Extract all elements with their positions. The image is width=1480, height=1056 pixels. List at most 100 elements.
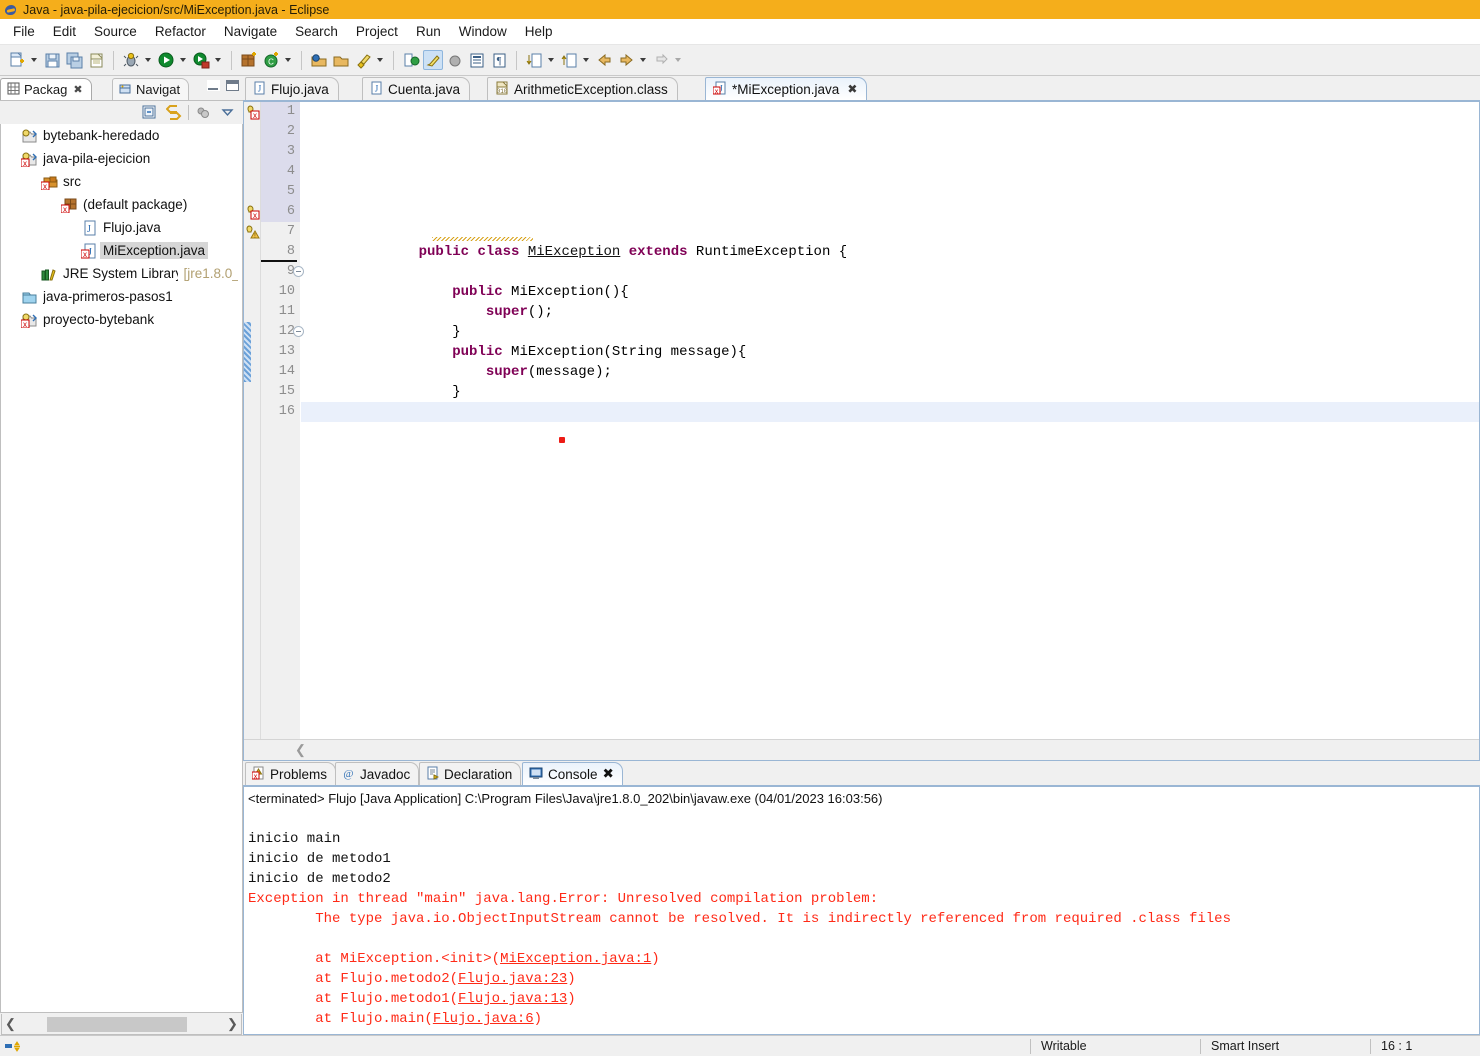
console-output-view[interactable]: <terminated> Flujo [Java Application] C:…: [243, 785, 1480, 1035]
stacktrace-link[interactable]: MiException.java:1: [500, 951, 651, 967]
explorer-horizontal-scrollbar[interactable]: ❮ ❯: [1, 1014, 242, 1035]
editor-part: J Flujo.java J Cuenta.java 010 Arithmeti…: [243, 76, 1480, 761]
new-java-class-icon[interactable]: C: [261, 50, 281, 70]
previous-edit-dropdown-icon[interactable]: [580, 50, 591, 70]
show-whitespace-icon[interactable]: [467, 50, 487, 70]
tree-item-miexception-java[interactable]: Jx MiException.java: [1, 239, 242, 262]
link-with-editor-icon[interactable]: [164, 103, 183, 122]
warning-squiggle: [432, 237, 533, 241]
tab-problems[interactable]: x Problems: [245, 762, 337, 785]
tree-item-bytebank-heredado[interactable]: bytebank-heredado: [1, 124, 242, 147]
tab-declaration[interactable]: Declaration: [419, 762, 522, 785]
back-icon[interactable]: [594, 50, 614, 70]
next-icon[interactable]: [651, 50, 671, 70]
tab-console[interactable]: Console ✖: [522, 762, 623, 785]
tree-item-java-primeros-pasos1[interactable]: java-primeros-pasos1: [1, 285, 242, 308]
toggle-mark-occurrences-icon[interactable]: [423, 50, 443, 70]
editor-tab-miexception-java[interactable]: Jx *MiException.java ✖: [705, 77, 868, 100]
menu-item-edit[interactable]: Edit: [44, 21, 85, 42]
run-coverage-icon[interactable]: [191, 50, 211, 70]
search-icon[interactable]: [353, 50, 373, 70]
focus-on-active-task-icon[interactable]: [194, 103, 213, 122]
minimize-view-icon[interactable]: [207, 80, 220, 91]
navigator-icon: [119, 82, 132, 98]
collapse-all-icon[interactable]: [140, 103, 159, 122]
menu-item-help[interactable]: Help: [516, 21, 562, 42]
warning-quickfix-icon[interactable]: !: [245, 225, 260, 245]
new-java-class-dropdown-icon[interactable]: [282, 50, 293, 70]
close-icon[interactable]: ✖: [73, 83, 82, 96]
menu-item-search[interactable]: Search: [286, 21, 347, 42]
view-menu-icon[interactable]: [218, 103, 237, 122]
new-java-package-icon[interactable]: [239, 50, 259, 70]
annotation-gutter[interactable]: x x !: [244, 102, 261, 739]
menu-item-project[interactable]: Project: [347, 21, 407, 42]
status-insert-mode: Smart Insert: [1200, 1038, 1370, 1054]
stacktrace-prefix: at Flujo.metodo1(: [248, 991, 459, 1007]
console-stacktrace-line: at MiException.<init>(MiException.java:1…: [248, 949, 1479, 969]
menu-item-run[interactable]: Run: [407, 21, 450, 42]
scroll-left-icon[interactable]: ❮: [292, 742, 309, 758]
stacktrace-link[interactable]: Flujo.java:23: [458, 971, 567, 987]
editor-tab-flujo-java[interactable]: J Flujo.java: [245, 77, 339, 100]
next-edit-dropdown-icon[interactable]: [545, 50, 556, 70]
save-icon[interactable]: [42, 50, 62, 70]
forward-dropdown-icon[interactable]: [637, 50, 648, 70]
scrollbar-track[interactable]: [19, 1015, 224, 1034]
skip-breakpoints-icon[interactable]: [445, 50, 465, 70]
tree-item-java-pila-ejecicion[interactable]: x java-pila-ejecicion: [1, 147, 242, 170]
run-coverage-dropdown-icon[interactable]: [212, 50, 223, 70]
scroll-left-icon[interactable]: ❮: [2, 1015, 19, 1034]
debug-icon[interactable]: [121, 50, 141, 70]
maximize-view-icon[interactable]: [226, 80, 239, 91]
next-dropdown-icon[interactable]: [672, 50, 683, 70]
print-icon[interactable]: [86, 50, 106, 70]
tree-item-src[interactable]: x src: [1, 170, 242, 193]
run-icon[interactable]: [156, 50, 176, 70]
menu-item-file[interactable]: File: [4, 21, 44, 42]
view-toolbar-divider: [188, 105, 189, 120]
forward-icon[interactable]: [616, 50, 636, 70]
tree-item-label: JRE System Library: [63, 266, 179, 281]
editor-horizontal-scrollbar[interactable]: ❮: [244, 739, 1479, 760]
tree-item-default-package[interactable]: x (default package): [1, 193, 242, 216]
debug-dropdown-icon[interactable]: [142, 50, 153, 70]
next-annotation-icon[interactable]: [401, 50, 421, 70]
run-dropdown-icon[interactable]: [177, 50, 188, 70]
error-quickfix-icon[interactable]: x: [245, 205, 260, 225]
save-all-icon[interactable]: [64, 50, 84, 70]
previous-edit-icon[interactable]: [559, 50, 579, 70]
view-tab-package-explorer[interactable]: Packag ✖: [0, 78, 92, 100]
tree-item-flujo-java[interactable]: J Flujo.java: [1, 216, 242, 239]
menu-item-navigate[interactable]: Navigate: [215, 21, 286, 42]
stacktrace-link[interactable]: Flujo.java:13: [458, 991, 567, 1007]
show-print-margin-icon[interactable]: ¶: [489, 50, 509, 70]
stacktrace-link[interactable]: Flujo.java:6: [433, 1011, 534, 1027]
new-wizard-icon[interactable]: [7, 50, 27, 70]
scrollbar-thumb[interactable]: [47, 1016, 187, 1032]
tab-javadoc[interactable]: @ Javadoc: [335, 762, 420, 785]
menu-item-refactor[interactable]: Refactor: [146, 21, 215, 42]
project-tree[interactable]: bytebank-heredado x java-pila-ejecicion …: [0, 124, 243, 1013]
menu-item-window[interactable]: Window: [450, 21, 516, 42]
console-tab-label: Declaration: [444, 766, 513, 782]
tree-item-jre-system-library[interactable]: JRE System Library [jre1.8.0_: [1, 262, 242, 285]
search-dropdown-icon[interactable]: [374, 50, 385, 70]
new-wizard-dropdown-icon[interactable]: [28, 50, 39, 70]
open-task-icon[interactable]: [331, 50, 351, 70]
view-tab-navigator[interactable]: Navigat: [112, 78, 190, 100]
next-edit-icon[interactable]: [524, 50, 544, 70]
editor-tab-arithmeticexception-class[interactable]: 010 ArithmeticException.class: [487, 77, 678, 100]
editor-tab-cuenta-java[interactable]: J Cuenta.java: [362, 77, 471, 100]
error-quickfix-icon[interactable]: x: [245, 105, 260, 125]
source-editor[interactable]: x x ! 1 2 3 4 5 6 7 8 9 10 11 12 13 14 1…: [243, 100, 1480, 761]
scroll-right-icon[interactable]: ❯: [224, 1015, 241, 1034]
close-icon[interactable]: ✖: [603, 766, 614, 782]
menu-item-source[interactable]: Source: [85, 21, 146, 42]
stacktrace-prefix: at MiException.<init>(: [248, 951, 501, 967]
tree-item-proyecto-bytebank[interactable]: x proyecto-bytebank: [1, 308, 242, 331]
code-text[interactable]: public class MiException extends Runtime…: [301, 102, 1479, 739]
open-type-icon[interactable]: [309, 50, 329, 70]
close-icon[interactable]: ✖: [847, 82, 857, 96]
